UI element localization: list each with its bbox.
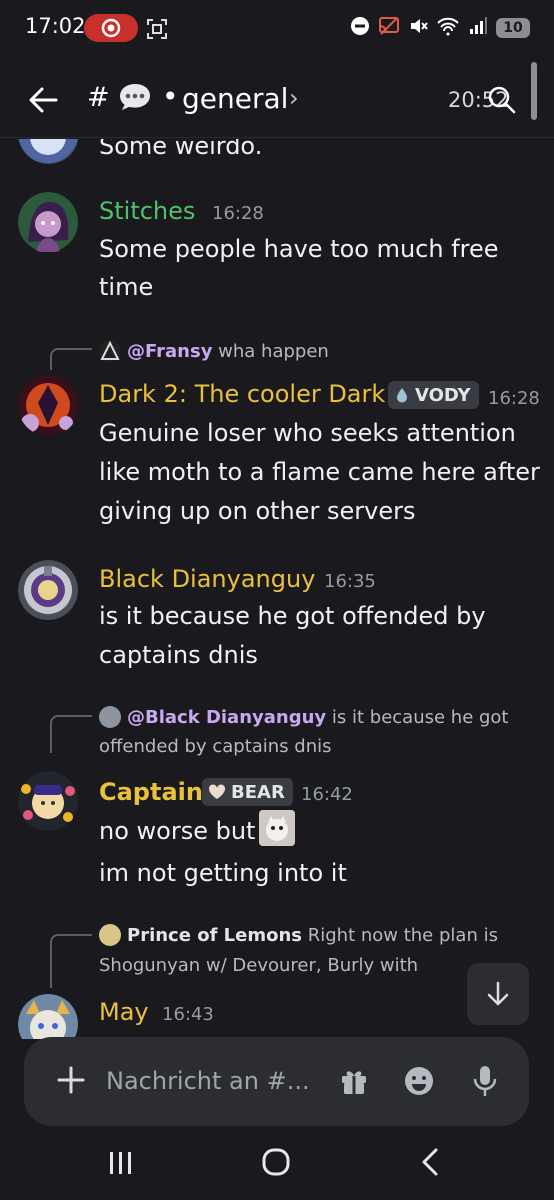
back-arrow-icon[interactable] — [24, 80, 64, 120]
message-text: no worse but — [99, 817, 256, 845]
avatar[interactable] — [18, 771, 79, 832]
username[interactable]: Dark 2: The cooler Dark — [99, 380, 385, 408]
signal-icon — [468, 16, 488, 40]
jump-to-bottom-button[interactable] — [467, 963, 529, 1025]
reply-snippet: offended by captains dnis — [99, 736, 332, 757]
message-text: Some people have too much free — [99, 235, 499, 263]
system-navigation-bar — [0, 1130, 554, 1200]
message-text: captains dnis — [99, 641, 258, 669]
reply-snippet: Right now the plan is — [307, 925, 498, 946]
reply-username[interactable]: @Black Dianyanguy — [127, 707, 326, 728]
timestamp: 16:28 — [212, 203, 264, 224]
chevron-right-icon[interactable]: › — [289, 84, 299, 112]
droplet-icon — [397, 388, 407, 403]
screenshot-icon — [146, 18, 168, 44]
channel-name[interactable]: general — [182, 82, 288, 115]
reply-username[interactable]: @Fransy — [127, 341, 212, 362]
username[interactable]: Stitches — [99, 197, 195, 225]
scrollbar[interactable] — [531, 62, 537, 120]
username[interactable]: Captain — [99, 778, 203, 806]
reply-snippet: wha happen — [218, 341, 329, 362]
reply-avatar — [99, 706, 121, 728]
emoji-image[interactable] — [259, 810, 295, 846]
search-icon[interactable] — [486, 84, 516, 114]
wifi-icon — [436, 16, 460, 40]
reply-preview[interactable]: Prince of Lemons Right now the plan is — [99, 924, 498, 946]
status-icons: 10 — [350, 16, 530, 40]
screen-record-icon[interactable] — [84, 14, 138, 42]
message-text: like moth to a flame came here after — [99, 458, 540, 486]
avatar[interactable] — [18, 375, 79, 436]
reply-connector — [50, 934, 92, 988]
message-list[interactable]: Some weirdo. Stitches 16:28 Some people … — [0, 139, 554, 1039]
reply-avatar — [99, 340, 121, 362]
emoji-icon[interactable] — [403, 1065, 435, 1097]
reply-connector — [50, 715, 92, 753]
timestamp: 16:42 — [301, 784, 353, 805]
message-text: Some weirdo. — [99, 139, 263, 160]
server-tag-label: VODY — [415, 384, 471, 406]
do-not-disturb-icon — [350, 16, 370, 40]
header-separator: • — [162, 80, 179, 113]
avatar[interactable] — [18, 139, 79, 164]
timestamp: 16:35 — [324, 571, 376, 592]
recent-apps-icon[interactable] — [108, 1150, 134, 1176]
status-time: 17:02 — [25, 14, 86, 38]
microphone-icon[interactable] — [472, 1064, 498, 1098]
server-tag[interactable]: VODY — [388, 381, 479, 409]
message-input[interactable]: Nachricht an #... — [106, 1067, 310, 1095]
reply-avatar — [99, 924, 121, 946]
avatar[interactable] — [18, 994, 79, 1039]
arrow-down-icon — [487, 981, 509, 1006]
reply-snippet: is it because he got — [331, 707, 509, 728]
speech-bubble-icon — [118, 82, 152, 112]
back-icon[interactable] — [419, 1148, 441, 1176]
server-tag-label: BEAR — [231, 781, 285, 803]
message-text: Genuine loser who seeks attention — [99, 419, 516, 447]
home-icon[interactable] — [262, 1148, 290, 1176]
battery-icon: 10 — [496, 18, 530, 38]
server-tag[interactable]: BEAR — [202, 778, 293, 806]
message-text: giving up on other servers — [99, 497, 416, 525]
status-bar: 17:02 10 — [0, 0, 554, 60]
channel-hash-icon: # — [87, 82, 110, 113]
message-text: is it because he got offended by — [99, 602, 486, 630]
username[interactable]: May — [99, 998, 149, 1026]
message-composer: Nachricht an #... — [24, 1037, 529, 1126]
avatar[interactable] — [18, 192, 79, 253]
plus-icon[interactable] — [56, 1065, 86, 1095]
reply-connector — [50, 348, 92, 370]
timestamp: 16:43 — [162, 1004, 214, 1025]
gift-icon[interactable] — [339, 1066, 369, 1096]
username[interactable]: Black Dianyanguy — [99, 565, 315, 593]
reply-username[interactable]: Prince of Lemons — [127, 925, 302, 946]
avatar[interactable] — [18, 560, 79, 621]
heart-icon — [208, 784, 226, 799]
message-text: im not getting into it — [99, 859, 347, 887]
reply-snippet: Shogunyan w/ Devourer, Burly with — [99, 955, 419, 976]
reply-preview[interactable]: @Fransy wha happen — [99, 340, 329, 362]
cast-icon — [378, 16, 400, 40]
timestamp: 16:28 — [488, 388, 540, 409]
reply-preview[interactable]: @Black Dianyanguy is it because he got — [99, 706, 508, 728]
message-text: time — [99, 273, 154, 301]
channel-header: # • general › 20:52 — [0, 62, 554, 138]
mute-icon — [408, 16, 428, 40]
